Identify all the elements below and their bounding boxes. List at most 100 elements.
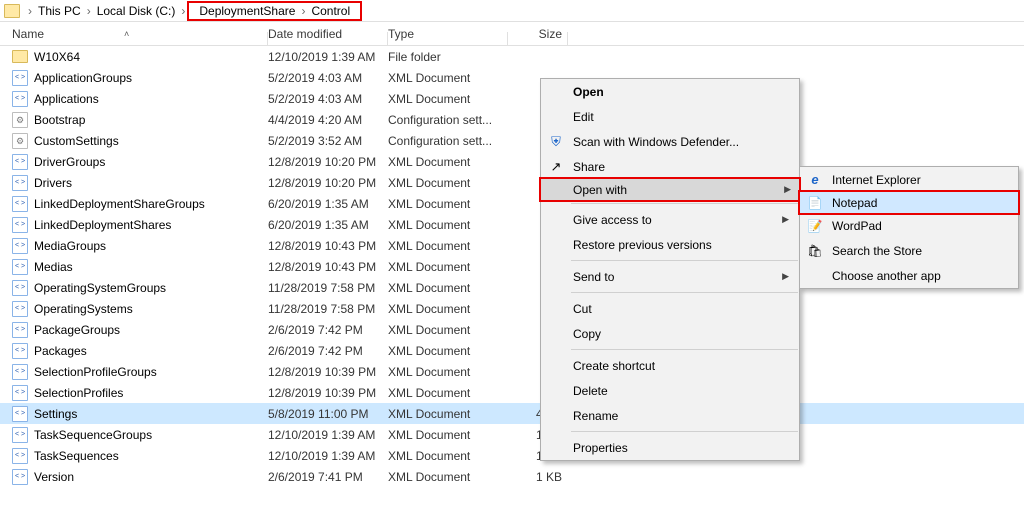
file-type: Configuration sett... — [388, 113, 508, 127]
ie-icon: e — [806, 171, 824, 189]
file-row[interactable]: OperatingSystems11/28/2019 7:58 PMXML Do… — [0, 298, 1024, 319]
column-label: Size — [539, 27, 562, 41]
xml-file-icon — [12, 154, 28, 170]
file-name: ApplicationGroups — [34, 71, 132, 85]
file-row[interactable]: PackageGroups2/6/2019 7:42 PMXML Documen… — [0, 319, 1024, 340]
chevron-right-icon[interactable]: › — [26, 4, 34, 18]
menu-item[interactable]: ⛨Scan with Windows Defender... — [541, 129, 799, 154]
file-row[interactable]: ApplicationGroups5/2/2019 4:03 AMXML Doc… — [0, 67, 1024, 88]
xml-file-icon — [12, 385, 28, 401]
file-type: XML Document — [388, 302, 508, 316]
file-date: 12/8/2019 10:43 PM — [268, 239, 388, 253]
file-type: XML Document — [388, 365, 508, 379]
menu-item[interactable]: Give access to▶ — [541, 207, 799, 232]
submenu-item-label: Internet Explorer — [832, 173, 921, 187]
column-header-date[interactable]: Date modified — [268, 27, 388, 41]
chevron-right-icon[interactable]: › — [85, 4, 93, 18]
file-date: 6/20/2019 1:35 AM — [268, 197, 388, 211]
file-date: 12/10/2019 1:39 AM — [268, 449, 388, 463]
menu-item[interactable]: Send to▶ — [541, 264, 799, 289]
shield-icon: ⛨ — [547, 133, 565, 151]
file-type: Configuration sett... — [388, 134, 508, 148]
file-row[interactable]: Bootstrap4/4/2019 4:20 AMConfiguration s… — [0, 109, 1024, 130]
menu-item-label: Cut — [573, 302, 592, 316]
file-name: OperatingSystemGroups — [34, 281, 166, 295]
store-icon: 🛍 — [806, 242, 824, 260]
menu-item[interactable]: Delete — [541, 378, 799, 403]
file-row[interactable]: SelectionProfileGroups12/8/2019 10:39 PM… — [0, 361, 1024, 382]
xml-file-icon — [12, 196, 28, 212]
chevron-right-icon[interactable]: › — [299, 4, 307, 18]
column-header-size[interactable]: Size — [508, 27, 568, 41]
context-submenu-open-with[interactable]: e Internet Explorer 📄Notepad📝WordPad🛍Searc… — [799, 166, 1019, 289]
menu-item[interactable]: Properties — [541, 435, 799, 460]
menu-item[interactable]: Create shortcut — [541, 353, 799, 378]
breadcrumb-item[interactable]: This PC — [34, 2, 85, 20]
file-row[interactable]: Applications5/2/2019 4:03 AMXML Document — [0, 88, 1024, 109]
menu-item[interactable]: Copy — [541, 321, 799, 346]
menu-item[interactable]: Restore previous versions — [541, 232, 799, 257]
file-date: 12/8/2019 10:20 PM — [268, 155, 388, 169]
menu-item-label: Share — [573, 160, 605, 174]
menu-separator — [571, 431, 798, 432]
submenu-item[interactable]: Choose another app — [800, 263, 1018, 288]
file-date: 12/8/2019 10:20 PM — [268, 176, 388, 190]
breadcrumb-item[interactable]: Local Disk (C:) — [93, 2, 180, 20]
file-type: XML Document — [388, 239, 508, 253]
submenu-item[interactable]: 📄Notepad — [798, 190, 1020, 215]
file-row[interactable]: SelectionProfiles12/8/2019 10:39 PMXML D… — [0, 382, 1024, 403]
file-name: TaskSequenceGroups — [34, 428, 152, 442]
submenu-item[interactable]: e Internet Explorer — [800, 167, 1018, 192]
xml-file-icon — [12, 322, 28, 338]
column-headers: Name ˄ Date modified Type Size — [0, 22, 1024, 46]
column-header-type[interactable]: Type — [388, 27, 508, 41]
menu-item[interactable]: Open — [541, 79, 799, 104]
notepad-icon: 📄 — [806, 194, 824, 212]
file-row[interactable]: TaskSequences12/10/2019 1:39 AMXML Docum… — [0, 445, 1024, 466]
config-file-icon — [12, 133, 28, 149]
breadcrumb-highlight: DeploymentShare › Control — [187, 1, 362, 21]
menu-item-label: Send to — [573, 270, 614, 284]
submenu-item[interactable]: 🛍Search the Store — [800, 238, 1018, 263]
file-type: XML Document — [388, 323, 508, 337]
file-name: Medias — [34, 260, 73, 274]
file-row[interactable]: Version2/6/2019 7:41 PMXML Document1 KB — [0, 466, 1024, 487]
menu-item[interactable]: Rename — [541, 403, 799, 428]
menu-item[interactable]: Cut — [541, 296, 799, 321]
menu-item[interactable]: ↗Share — [541, 154, 799, 179]
file-date: 11/28/2019 7:58 PM — [268, 302, 388, 316]
file-type: XML Document — [388, 470, 508, 484]
file-date: 12/10/2019 1:39 AM — [268, 50, 388, 64]
file-row[interactable]: Settings5/8/2019 11:00 PMXML Document4 K… — [0, 403, 1024, 424]
submenu-item[interactable]: 📝WordPad — [800, 213, 1018, 238]
menu-item[interactable]: Edit — [541, 104, 799, 129]
column-header-name[interactable]: Name ˄ — [12, 27, 268, 41]
menu-item[interactable]: Open with▶ — [539, 177, 801, 202]
file-type: XML Document — [388, 218, 508, 232]
file-name: Settings — [34, 407, 77, 421]
xml-file-icon — [12, 343, 28, 359]
breadcrumb-item[interactable]: Control — [307, 2, 354, 20]
file-name: SelectionProfileGroups — [34, 365, 157, 379]
menu-item-label: Copy — [573, 327, 601, 341]
context-menu[interactable]: OpenEdit⛨Scan with Windows Defender...↗S… — [540, 78, 800, 461]
file-type: XML Document — [388, 71, 508, 85]
xml-file-icon — [12, 91, 28, 107]
file-name: Drivers — [34, 176, 72, 190]
file-row[interactable]: W10X6412/10/2019 1:39 AMFile folder — [0, 46, 1024, 67]
breadcrumb[interactable]: › This PC › Local Disk (C:) › Deployment… — [0, 0, 1024, 22]
menu-item-label: Rename — [573, 409, 618, 423]
breadcrumb-item[interactable]: DeploymentShare — [195, 2, 299, 20]
file-row[interactable]: Packages2/6/2019 7:42 PMXML Document — [0, 340, 1024, 361]
chevron-right-icon[interactable]: › — [179, 4, 187, 18]
file-row[interactable]: CustomSettings5/2/2019 3:52 AMConfigurat… — [0, 130, 1024, 151]
menu-item-label: Restore previous versions — [573, 238, 712, 252]
file-name: W10X64 — [34, 50, 80, 64]
file-size: 1 KB — [508, 470, 568, 484]
file-date: 2/6/2019 7:42 PM — [268, 344, 388, 358]
column-label: Type — [388, 27, 414, 41]
config-file-icon — [12, 112, 28, 128]
sort-ascending-icon: ˄ — [124, 29, 129, 39]
file-row[interactable]: TaskSequenceGroups12/10/2019 1:39 AMXML … — [0, 424, 1024, 445]
menu-separator — [571, 260, 798, 261]
